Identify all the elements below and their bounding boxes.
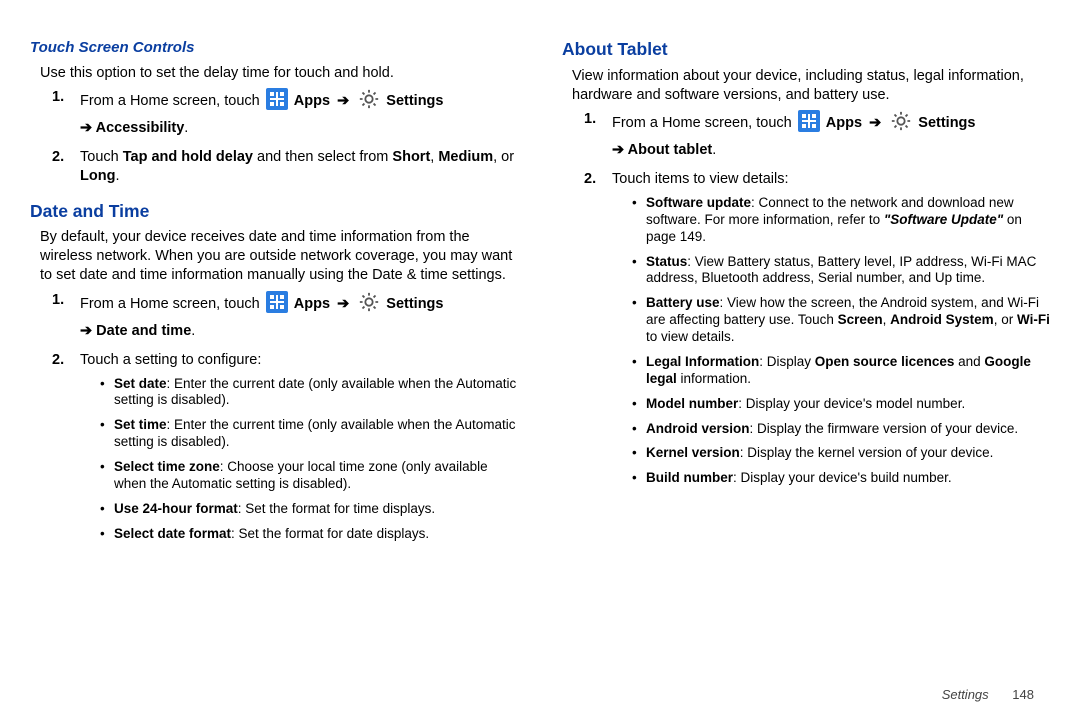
datetime-intro: By default, your device receives date an…: [40, 228, 518, 285]
about-intro: View information about your device, incl…: [572, 67, 1050, 105]
step-cont: ➔ Accessibility.: [80, 119, 518, 138]
right-column: About Tablet View information about your…: [540, 38, 1050, 700]
arrow-icon: ➔: [337, 93, 349, 109]
datetime-bullets: Set date: Enter the current date (only a…: [100, 376, 518, 543]
subheading-touch-controls: Touch Screen Controls: [30, 38, 518, 58]
list-item: Set time: Enter the current time (only a…: [100, 417, 518, 451]
settings-label: Settings: [386, 93, 443, 109]
list-item: Status: View Battery status, Battery lev…: [632, 254, 1050, 288]
heading-date-time: Date and Time: [30, 200, 518, 223]
list-item: Select time zone: Choose your local time…: [100, 459, 518, 493]
gear-icon: [358, 88, 380, 110]
list-item: Build number: Display your device's buil…: [632, 470, 1050, 487]
apps-icon: [266, 88, 288, 110]
arrow-icon: ➔: [337, 296, 349, 312]
about-steps: From a Home screen, touch Apps ➔ Setting…: [612, 110, 1050, 487]
page-footer: Settings 148: [942, 687, 1034, 704]
manual-page: Touch Screen Controls Use this option to…: [0, 0, 1080, 720]
touch-step-2: Touch Tap and hold delay and then select…: [80, 148, 518, 186]
arrow-icon: ➔: [869, 115, 881, 131]
list-item: Legal Information: Display Open source l…: [632, 354, 1050, 388]
about-step-1: From a Home screen, touch Apps ➔ Setting…: [612, 110, 1050, 160]
list-item: Set date: Enter the current date (only a…: [100, 376, 518, 410]
step-cont: ➔ Date and time.: [80, 322, 518, 341]
apps-label: Apps: [294, 93, 330, 109]
list-item: Android version: Display the firmware ve…: [632, 421, 1050, 438]
list-item: Model number: Display your device's mode…: [632, 396, 1050, 413]
touch-step-1: From a Home screen, touch Apps ➔ Setting…: [80, 88, 518, 138]
datetime-step-1: From a Home screen, touch Apps ➔ Setting…: [80, 291, 518, 341]
datetime-steps: From a Home screen, touch Apps ➔ Setting…: [80, 291, 518, 543]
left-column: Touch Screen Controls Use this option to…: [30, 38, 540, 700]
about-bullets: Software update: Connect to the network …: [632, 195, 1050, 487]
touch-intro: Use this option to set the delay time fo…: [40, 64, 518, 83]
list-item: Software update: Connect to the network …: [632, 195, 1050, 246]
heading-about-tablet: About Tablet: [562, 38, 1050, 61]
gear-icon: [358, 291, 380, 313]
apps-icon: [266, 291, 288, 313]
about-step-2: Touch items to view details: Software up…: [612, 170, 1050, 487]
list-item: Use 24-hour format: Set the format for t…: [100, 501, 518, 518]
list-item: Kernel version: Display the kernel versi…: [632, 445, 1050, 462]
list-item: Select date format: Set the format for d…: [100, 526, 518, 543]
footer-page-number: 148: [1012, 687, 1034, 702]
datetime-step-2: Touch a setting to configure: Set date: …: [80, 351, 518, 543]
step-cont: ➔ About tablet.: [612, 141, 1050, 160]
apps-icon: [798, 110, 820, 132]
step-text: From a Home screen, touch: [80, 93, 260, 109]
gear-icon: [890, 110, 912, 132]
footer-section: Settings: [942, 687, 989, 702]
list-item: Battery use: View how the screen, the An…: [632, 295, 1050, 346]
touch-steps: From a Home screen, touch Apps ➔ Setting…: [80, 88, 518, 185]
